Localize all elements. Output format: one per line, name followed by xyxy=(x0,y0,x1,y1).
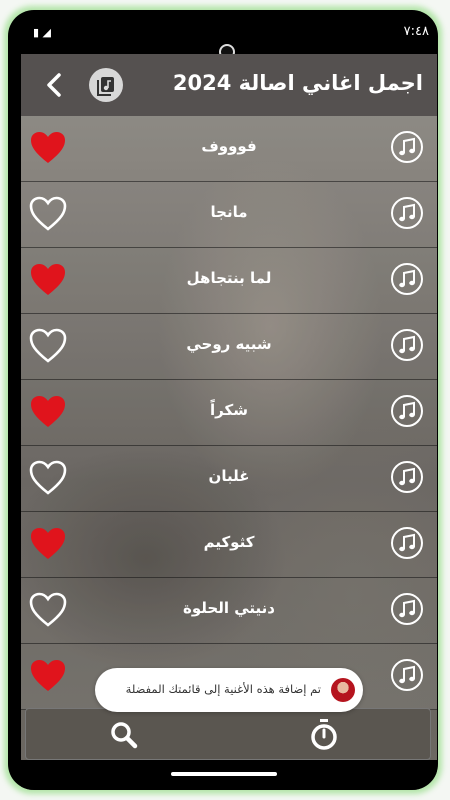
music-note-button[interactable] xyxy=(391,395,423,427)
music-note-icon xyxy=(399,401,415,420)
music-note-button[interactable] xyxy=(391,593,423,625)
app-screen: ▮ ◢ ٧:٤٨ اجمل اغاني اصالة 2024 فوووف مانج… xyxy=(21,18,437,790)
song-title: غلبان xyxy=(208,467,250,485)
toast-notification: تم إضافة هذه الأغنية إلى قائمتك المفضلة xyxy=(95,668,363,712)
toast-message: تم إضافة هذه الأغنية إلى قائمتك المفضلة xyxy=(125,682,321,696)
music-note-icon xyxy=(399,203,415,222)
song-row[interactable]: لما بنتجاهل xyxy=(21,248,437,314)
heart-filled-icon[interactable] xyxy=(29,394,67,430)
music-note-button[interactable] xyxy=(391,131,423,163)
heart-outline-icon[interactable] xyxy=(29,592,67,628)
music-note-icon xyxy=(399,599,415,618)
heart-filled-icon[interactable] xyxy=(29,658,67,694)
song-title: كثوكيم xyxy=(203,533,255,551)
heart-filled-icon[interactable] xyxy=(29,526,67,562)
song-row[interactable]: مانجا xyxy=(21,182,437,248)
music-note-icon xyxy=(399,467,415,486)
heart-outline-icon[interactable] xyxy=(29,460,67,496)
music-note-icon xyxy=(399,269,415,288)
search-icon[interactable] xyxy=(108,719,140,751)
song-title: مانجا xyxy=(210,203,248,221)
music-note-button[interactable] xyxy=(391,527,423,559)
music-note-icon xyxy=(399,137,415,156)
app-header: اجمل اغاني اصالة 2024 xyxy=(21,54,437,116)
song-row[interactable]: فوووف xyxy=(21,116,437,182)
status-time: ٧:٤٨ xyxy=(403,24,429,39)
song-row[interactable]: كثوكيم xyxy=(21,512,437,578)
battery-icon: ▮ ◢ xyxy=(33,26,52,39)
heart-outline-icon[interactable] xyxy=(29,328,67,364)
heart-filled-icon[interactable] xyxy=(29,262,67,298)
music-library-icon xyxy=(97,77,114,96)
avatar xyxy=(331,678,355,702)
song-title: لما بنتجاهل xyxy=(186,269,272,287)
music-note-icon xyxy=(399,335,415,354)
song-row[interactable]: شبيه روحي xyxy=(21,314,437,380)
song-list: فوووف مانجا لما بنتجاهل شبيه روحي شكراً غلبان… xyxy=(21,116,437,710)
system-nav-bar xyxy=(21,760,437,790)
music-note-button[interactable] xyxy=(391,263,423,295)
song-title: دنيتي الحلوة xyxy=(183,599,275,617)
heart-filled-icon[interactable] xyxy=(29,130,67,166)
song-row[interactable]: دنيتي الحلوة xyxy=(21,578,437,644)
song-row[interactable]: شكراً xyxy=(21,380,437,446)
song-title: شكراً xyxy=(210,401,248,419)
chevron-left-icon[interactable] xyxy=(41,71,69,99)
music-note-button[interactable] xyxy=(391,329,423,361)
heart-outline-icon[interactable] xyxy=(29,196,67,232)
song-title: شبيه روحي xyxy=(186,335,272,353)
song-row[interactable]: غلبان xyxy=(21,446,437,512)
home-indicator[interactable] xyxy=(171,772,277,776)
phone-frame: ▮ ◢ ٧:٤٨ اجمل اغاني اصالة 2024 فوووف مانج… xyxy=(8,10,438,790)
page-title: اجمل اغاني اصالة 2024 xyxy=(172,71,423,95)
music-library-button[interactable] xyxy=(89,68,123,102)
music-note-button[interactable] xyxy=(391,461,423,493)
stopwatch-icon[interactable] xyxy=(308,717,340,751)
music-note-button[interactable] xyxy=(391,659,423,691)
music-note-icon xyxy=(399,533,415,552)
bottom-bar xyxy=(25,708,431,760)
music-note-icon xyxy=(399,665,415,684)
music-note-button[interactable] xyxy=(391,197,423,229)
song-title: فوووف xyxy=(201,137,257,155)
